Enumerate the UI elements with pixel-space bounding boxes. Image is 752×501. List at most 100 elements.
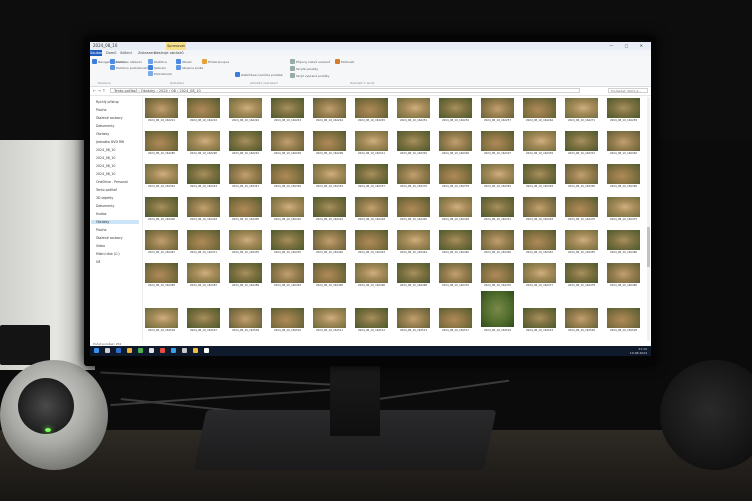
photo-thumbnail[interactable]: 2024_08_10_162526 [564, 307, 599, 334]
photo-thumbnail[interactable]: 2024_08_10_162326 [438, 130, 473, 157]
photo-thumbnail[interactable]: 2024_08_10_162476 [480, 262, 515, 289]
search-input[interactable]: Prohledat: 2024_0... [608, 88, 648, 93]
photo-thumbnail[interactable]: 2024_08_10_162493 [270, 262, 305, 289]
ribbon-tab[interactable]: Domů [106, 51, 116, 55]
photo-thumbnail[interactable]: 2024_08_10_162523 [522, 307, 557, 334]
photo-thumbnail[interactable]: 2024_08_10_162519 [480, 291, 515, 334]
nav-item[interactable]: 3D objekty [96, 196, 113, 200]
photo-thumbnail[interactable]: 2024_08_10_162329 [522, 130, 557, 157]
photo-thumbnail[interactable]: 2024_08_10_162327 [480, 130, 515, 157]
photo-thumbnail[interactable]: 2024_08_10_162221 [144, 97, 179, 124]
photo-thumbnail[interactable]: 2024_08_10_162418 [354, 196, 389, 223]
photo-thumbnail[interactable]: 2024_08_10_162311 [354, 130, 389, 157]
photo-thumbnail[interactable]: 2024_08_10_162224 [228, 97, 263, 124]
ribbon-tab[interactable]: Nástroje obrázků [154, 51, 184, 55]
photo-thumbnail[interactable]: 2024_08_10_162468 [396, 262, 431, 289]
photo-thumbnail[interactable]: 2024_08_10_162487 [186, 262, 221, 289]
ribbon-button-icon[interactable] [290, 59, 295, 64]
nav-item[interactable]: Stažené soubory [96, 236, 123, 240]
photo-thumbnail[interactable]: 2024_08_10_162431 [480, 196, 515, 223]
nav-item[interactable]: Rychlý přístup [96, 100, 119, 104]
photo-thumbnail[interactable]: 2024_08_10_162405 [228, 196, 263, 223]
ribbon-button-icon[interactable] [290, 73, 295, 78]
nav-item[interactable]: Stažené soubory [96, 116, 123, 120]
taskbar-app-icon[interactable] [138, 348, 143, 353]
nav-item[interactable]: 2024_08_10 [96, 148, 115, 152]
address-path[interactable]: Tento počítač › Obrázky › 2024 › 08 › 20… [110, 88, 580, 93]
photo-thumbnail[interactable]: 2024_08_10_162296 [312, 130, 347, 157]
photo-thumbnail[interactable]: 2024_08_10_162452 [522, 229, 557, 256]
photo-thumbnail[interactable]: 2024_08_10_162400 [144, 196, 179, 223]
photo-thumbnail[interactable]: 2024_08_10_162290 [186, 130, 221, 157]
photo-thumbnail[interactable]: 2024_08_10_162257 [480, 97, 515, 124]
nav-arrows-icon[interactable]: ← → ↑ [93, 88, 106, 93]
window-controls[interactable]: — ▢ ✕ [609, 43, 648, 48]
photo-thumbnail[interactable]: 2024_08_10_162393 [522, 163, 557, 190]
photo-thumbnail[interactable]: 2024_08_10_162245 [354, 97, 389, 124]
nav-item[interactable]: Hudba [96, 212, 106, 216]
scrollbar[interactable] [647, 97, 650, 342]
photo-thumbnail[interactable]: 2024_08_10_162478 [564, 262, 599, 289]
photo-thumbnail[interactable]: 2024_08_10_162455 [564, 229, 599, 256]
taskbar-app-icon[interactable] [127, 348, 132, 353]
photo-thumbnail[interactable]: 2024_08_10_162440 [312, 229, 347, 256]
photo-thumbnail[interactable]: 2024_08_10_162435 [270, 229, 305, 256]
nav-item[interactable]: OneDrive - Personal [96, 180, 128, 184]
photo-thumbnail[interactable]: 2024_08_10_162353 [312, 163, 347, 190]
ribbon-button-icon[interactable] [235, 72, 240, 77]
nav-item[interactable]: 2024_08_10 [96, 156, 115, 160]
ribbon-button-icon[interactable] [176, 59, 181, 64]
taskbar-app-icon[interactable] [182, 348, 187, 353]
photo-thumbnail[interactable]: 2024_08_10_162489 [228, 262, 263, 289]
context-tab[interactable]: Spravovat [166, 42, 186, 50]
photo-thumbnail[interactable]: 2024_08_10_162446 [438, 229, 473, 256]
photo-thumbnail[interactable]: 2024_08_10_162428 [438, 196, 473, 223]
taskbar-app-icon[interactable] [204, 348, 209, 353]
photo-thumbnail[interactable]: 2024_08_10_162512 [354, 307, 389, 334]
nav-item[interactable]: Dokumenty [96, 124, 114, 128]
photo-thumbnail[interactable]: 2024_08_10_162470 [564, 196, 599, 223]
nav-item[interactable]: 2024_08_10 [96, 172, 115, 176]
taskbar-app-icon[interactable] [105, 348, 110, 353]
photo-thumbnail[interactable]: 2024_08_10_162343 [186, 163, 221, 190]
photo-thumbnail[interactable]: 2024_08_10_162264 [522, 97, 557, 124]
nav-item[interactable]: Plocha [96, 108, 106, 112]
ribbon-button-icon[interactable] [335, 59, 340, 64]
photo-thumbnail[interactable]: 2024_08_10_162443 [354, 229, 389, 256]
photo-thumbnail[interactable]: 2024_08_10_162244 [312, 97, 347, 124]
photo-thumbnail[interactable]: 2024_08_10_162450 [480, 229, 515, 256]
photo-thumbnail[interactable]: 2024_08_10_162433 [522, 196, 557, 223]
photo-thumbnail[interactable]: 2024_08_10_162528 [606, 307, 641, 334]
photo-thumbnail[interactable]: 2024_08_10_162331 [564, 130, 599, 157]
ribbon-button-icon[interactable] [176, 65, 181, 70]
ribbon-button-icon[interactable] [110, 65, 115, 70]
nav-item[interactable]: Jednotka DVD RW [96, 140, 124, 144]
taskbar-app-icon[interactable] [160, 348, 165, 353]
photo-thumbnail[interactable]: 2024_08_10_162410 [270, 196, 305, 223]
photo-thumbnail[interactable]: 2024_08_10_162504 [144, 307, 179, 334]
photo-thumbnail[interactable]: 2024_08_10_162511 [312, 307, 347, 334]
photo-thumbnail[interactable]: 2024_08_10_162432 [228, 229, 263, 256]
photo-thumbnail[interactable]: 2024_08_10_162496 [354, 262, 389, 289]
photo-thumbnail[interactable]: 2024_08_10_162396 [606, 163, 641, 190]
photo-thumbnail[interactable]: 2024_08_10_162357 [354, 163, 389, 190]
taskbar-app-icon[interactable] [116, 348, 121, 353]
scrollbar-thumb[interactable] [647, 227, 650, 267]
photo-thumbnail[interactable]: 2024_08_10_162480 [606, 229, 641, 256]
photo-thumbnail[interactable]: 2024_08_10_162509 [228, 307, 263, 334]
photo-thumbnail[interactable]: 2024_08_10_162294 [270, 130, 305, 157]
nav-item[interactable]: Videa [96, 244, 105, 248]
photo-thumbnail[interactable]: 2024_08_10_162467 [144, 229, 179, 256]
photo-thumbnail[interactable]: 2024_08_10_162495 [312, 262, 347, 289]
photo-thumbnail[interactable]: 2024_08_10_162381 [480, 163, 515, 190]
taskbar-app-icon[interactable] [171, 348, 176, 353]
ribbon-tab[interactable]: Zobrazení [138, 51, 156, 55]
photo-thumbnail[interactable]: 2024_08_10_162470 [438, 262, 473, 289]
nav-item[interactable]: Místní disk (C:) [96, 252, 120, 256]
nav-item[interactable]: Obrázky [91, 220, 139, 224]
photo-thumbnail[interactable]: 2024_08_10_162370 [396, 163, 431, 190]
photo-thumbnail[interactable]: 2024_08_10_162510 [270, 307, 305, 334]
photo-thumbnail[interactable]: 2024_08_10_162444 [396, 229, 431, 256]
ribbon-button-icon[interactable] [148, 65, 153, 70]
photo-thumbnail[interactable]: 2024_08_10_162485 [144, 262, 179, 289]
